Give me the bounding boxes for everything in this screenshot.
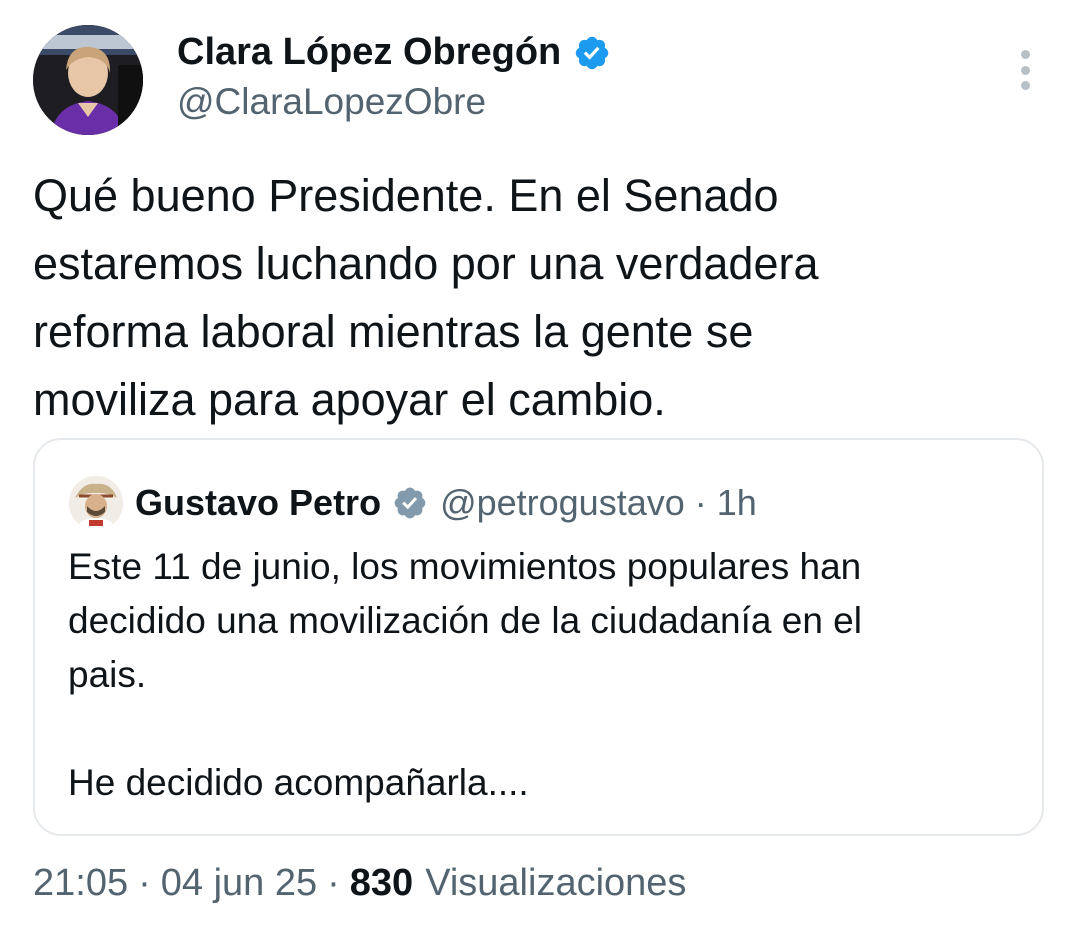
- quoted-tweet-header: Gustavo Petro @petrogustavo · 1h: [135, 478, 757, 528]
- tweet-text-line: Qué bueno Presidente. En el Senado: [33, 170, 779, 221]
- author-handle[interactable]: @ClaraLopezObre: [177, 81, 486, 123]
- tweet-text: Qué bueno Presidente. En el Senado estar…: [33, 162, 1043, 434]
- quoted-tweet-card[interactable]: Gustavo Petro @petrogustavo · 1h Este 11…: [33, 438, 1044, 836]
- separator-dot: ·: [694, 482, 707, 523]
- views-count: 830: [349, 862, 414, 904]
- quoted-author-name[interactable]: Gustavo Petro: [135, 482, 381, 524]
- quoted-text-line: [68, 702, 1018, 756]
- separator-dot: ·: [327, 862, 340, 904]
- quoted-text-line: He decidido acompañarla....: [68, 762, 529, 803]
- tweet-text-line: estaremos luchando por una verdadera: [33, 238, 819, 289]
- separator-dot: ·: [138, 862, 151, 904]
- tweet-text-line: reforma laboral mientras la gente se: [33, 306, 754, 357]
- tweet-time[interactable]: 21:05: [33, 862, 128, 905]
- quoted-tweet-time[interactable]: 1h: [717, 482, 757, 524]
- verified-badge-icon: [576, 36, 609, 69]
- author-name[interactable]: Clara López Obregón: [177, 31, 561, 74]
- quoted-author-handle[interactable]: @petrogustavo: [440, 482, 685, 524]
- tweet-meta: 21:05 · 04 jun 25 · 830 Visualizaciones: [33, 862, 686, 905]
- tweet-date[interactable]: 04 jun 25: [161, 862, 317, 905]
- author-name-row[interactable]: Clara López Obregón: [177, 31, 611, 74]
- views-label: Visualizaciones: [425, 862, 687, 904]
- author-avatar[interactable]: [33, 25, 143, 135]
- tweet: Clara López Obregón @ClaraLopezObre Qué …: [0, 0, 1080, 942]
- quoted-author-avatar[interactable]: [69, 476, 123, 530]
- quoted-text-line: Este 11 de junio, los movimientos popula…: [68, 546, 862, 587]
- tweet-text-line: moviliza para apoyar el cambio.: [33, 374, 666, 425]
- more-vertical-icon[interactable]: [1011, 50, 1039, 90]
- quoted-text-line: decidido una movilización de la ciudadan…: [68, 600, 862, 641]
- verified-badge-icon: [394, 487, 426, 519]
- quoted-tweet-text: Este 11 de junio, los movimientos popula…: [68, 540, 1018, 810]
- quoted-text-line: pais.: [68, 654, 147, 695]
